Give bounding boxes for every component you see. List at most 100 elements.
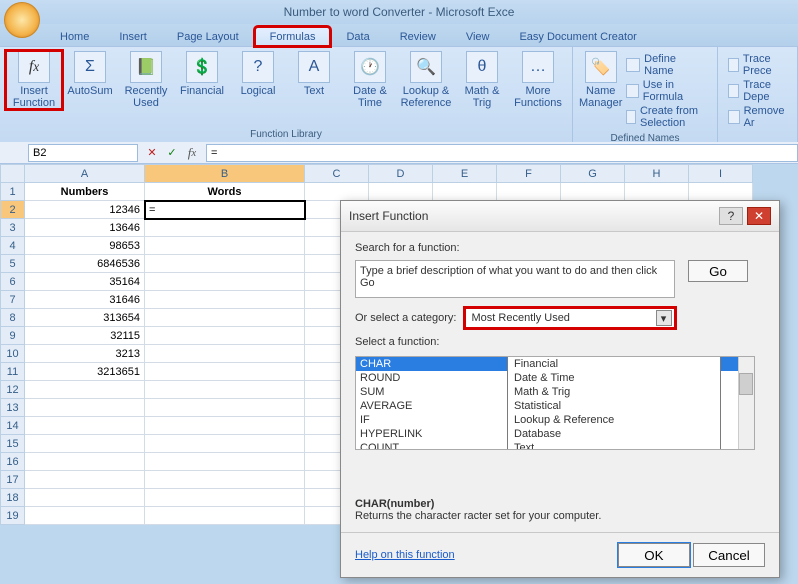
cell[interactable]: 3213 <box>25 345 145 363</box>
cell[interactable] <box>25 399 145 417</box>
cell[interactable] <box>145 489 305 507</box>
more-functions-button[interactable]: … More Functions <box>510 51 566 109</box>
row-hdr[interactable]: 4 <box>1 237 25 255</box>
cell[interactable] <box>25 435 145 453</box>
cell[interactable] <box>25 417 145 435</box>
cell[interactable]: 313654 <box>25 309 145 327</box>
cell[interactable] <box>433 183 497 201</box>
col-hdr-g[interactable]: G <box>561 165 625 183</box>
active-cell[interactable]: = <box>145 201 305 219</box>
cell[interactable] <box>145 255 305 273</box>
row-hdr[interactable]: 6 <box>1 273 25 291</box>
cell[interactable] <box>145 381 305 399</box>
cell[interactable] <box>25 471 145 489</box>
row-hdr[interactable]: 12 <box>1 381 25 399</box>
cell[interactable] <box>25 507 145 525</box>
autosum-button[interactable]: Σ AutoSum <box>62 51 118 109</box>
row-hdr[interactable]: 17 <box>1 471 25 489</box>
cell[interactable]: 13646 <box>25 219 145 237</box>
category-dropdown[interactable]: Financial Date & Time Math & Trig Statis… <box>507 356 721 450</box>
recently-used-button[interactable]: 📗 Recently Used <box>118 51 174 109</box>
fx-button-icon[interactable]: fx <box>184 145 200 161</box>
ok-button[interactable]: OK <box>618 543 690 567</box>
cell[interactable] <box>145 219 305 237</box>
row-hdr[interactable]: 8 <box>1 309 25 327</box>
cell[interactable] <box>145 453 305 471</box>
cancel-button[interactable]: Cancel <box>693 543 765 567</box>
row-hdr[interactable]: 9 <box>1 327 25 345</box>
cell[interactable] <box>145 435 305 453</box>
cell[interactable] <box>497 183 561 201</box>
row-hdr[interactable]: 13 <box>1 399 25 417</box>
cell[interactable] <box>25 453 145 471</box>
cell[interactable] <box>561 183 625 201</box>
category-combobox[interactable]: Most Recently Used ▾ <box>465 308 675 328</box>
cell[interactable] <box>145 237 305 255</box>
row-hdr[interactable]: 11 <box>1 363 25 381</box>
remove-arrows-button[interactable]: Remove Ar <box>728 105 787 129</box>
tab-easy-doc[interactable]: Easy Document Creator <box>505 28 650 46</box>
list-item[interactable]: Lookup & Reference <box>508 413 720 427</box>
tab-formulas[interactable]: Formulas <box>255 27 331 46</box>
trace-dependents-button[interactable]: Trace Depe <box>728 79 787 103</box>
trace-precedents-button[interactable]: Trace Prece <box>728 53 787 77</box>
row-hdr[interactable]: 5 <box>1 255 25 273</box>
cell[interactable] <box>689 183 753 201</box>
cell[interactable]: Numbers <box>25 183 145 201</box>
name-manager-button[interactable]: 🏷️ Name Manager <box>579 51 622 131</box>
cell[interactable] <box>145 345 305 363</box>
cell[interactable] <box>145 399 305 417</box>
insert-function-button[interactable]: fx Insert Function <box>6 51 62 109</box>
cell[interactable] <box>145 417 305 435</box>
row-hdr[interactable]: 18 <box>1 489 25 507</box>
financial-button[interactable]: 💲 Financial <box>174 51 230 109</box>
tab-review[interactable]: Review <box>386 28 450 46</box>
row-hdr[interactable]: 14 <box>1 417 25 435</box>
math-trig-button[interactable]: θ Math & Trig <box>454 51 510 109</box>
dialog-close-button[interactable]: ✕ <box>747 207 771 225</box>
formula-input[interactable]: = <box>206 144 798 162</box>
cell[interactable] <box>145 291 305 309</box>
go-button[interactable]: Go <box>688 260 748 282</box>
col-hdr-d[interactable]: D <box>369 165 433 183</box>
function-list[interactable]: CHAR ROUND SUM AVERAGE IF HYPERLINK COUN… <box>355 356 755 450</box>
tab-data[interactable]: Data <box>332 28 383 46</box>
row-hdr[interactable]: 10 <box>1 345 25 363</box>
cell[interactable] <box>145 471 305 489</box>
col-hdr-a[interactable]: A <box>25 165 145 183</box>
cell[interactable]: 98653 <box>25 237 145 255</box>
col-hdr-c[interactable]: C <box>305 165 369 183</box>
scrollbar[interactable] <box>738 357 754 449</box>
cell[interactable]: 6846536 <box>25 255 145 273</box>
row-hdr[interactable]: 15 <box>1 435 25 453</box>
help-link[interactable]: Help on this function <box>355 549 455 561</box>
scroll-thumb[interactable] <box>739 373 753 395</box>
row-hdr[interactable]: 7 <box>1 291 25 309</box>
tab-view[interactable]: View <box>452 28 504 46</box>
chevron-down-icon[interactable]: ▾ <box>656 310 672 326</box>
col-hdr-f[interactable]: F <box>497 165 561 183</box>
tab-insert[interactable]: Insert <box>105 28 161 46</box>
cell[interactable] <box>369 183 433 201</box>
row-hdr[interactable]: 2 <box>1 201 25 219</box>
list-item[interactable]: Math & Trig <box>508 385 720 399</box>
row-hdr[interactable]: 19 <box>1 507 25 525</box>
cell[interactable] <box>305 183 369 201</box>
col-hdr-i[interactable]: I <box>689 165 753 183</box>
date-time-button[interactable]: 🕐 Date & Time <box>342 51 398 109</box>
cell[interactable]: 3213651 <box>25 363 145 381</box>
logical-button[interactable]: ? Logical <box>230 51 286 109</box>
cell[interactable]: 31646 <box>25 291 145 309</box>
cell[interactable]: 32115 <box>25 327 145 345</box>
office-button[interactable] <box>4 2 40 38</box>
cell[interactable] <box>25 381 145 399</box>
tab-page-layout[interactable]: Page Layout <box>163 28 253 46</box>
cell[interactable]: 12346 <box>25 201 145 219</box>
list-item[interactable]: Text <box>508 441 720 450</box>
col-hdr-e[interactable]: E <box>433 165 497 183</box>
cell[interactable]: Words <box>145 183 305 201</box>
define-name-button[interactable]: Define Name <box>626 53 707 77</box>
text-button[interactable]: A Text <box>286 51 342 109</box>
lookup-ref-button[interactable]: 🔍 Lookup & Reference <box>398 51 454 109</box>
cell[interactable] <box>145 327 305 345</box>
